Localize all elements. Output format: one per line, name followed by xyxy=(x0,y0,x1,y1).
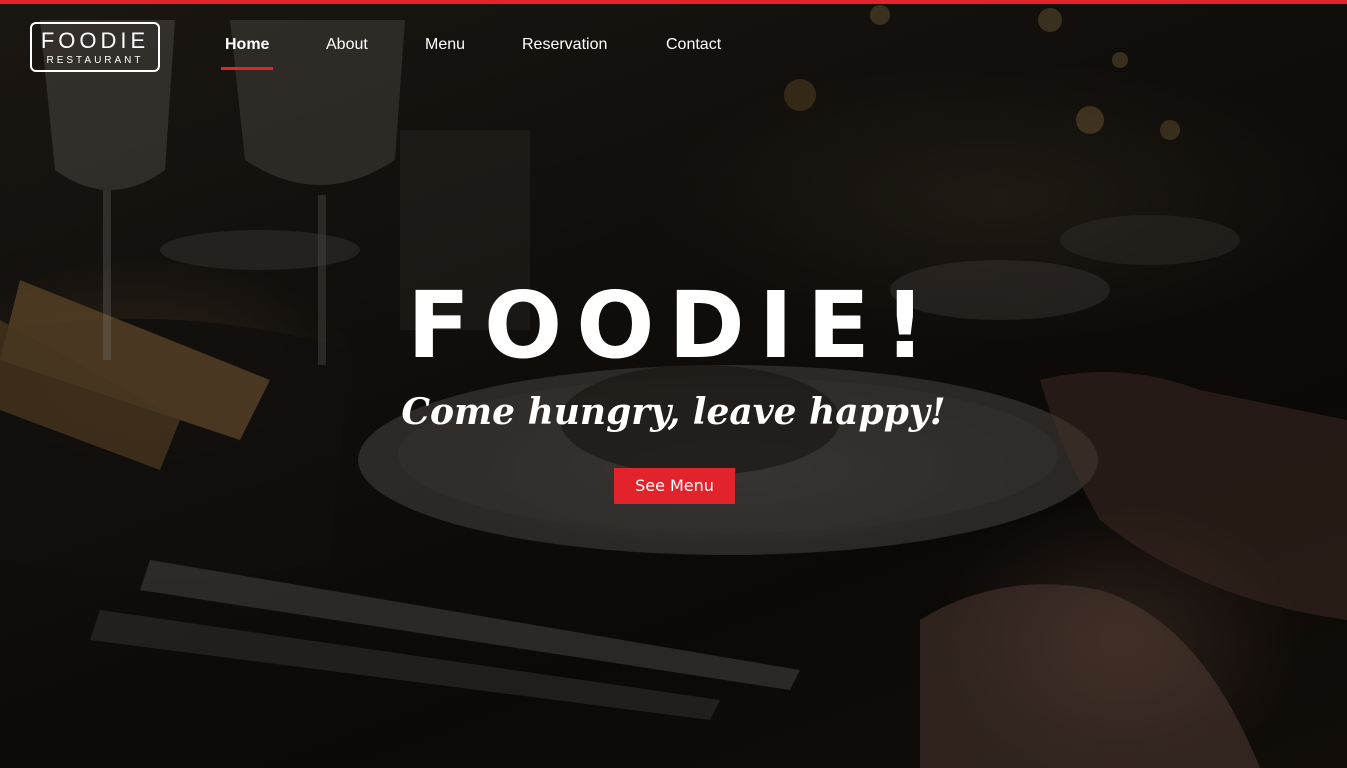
nav-item-label: Home xyxy=(225,36,270,53)
brand-subtitle: RESTAURANT xyxy=(46,55,144,66)
nav-item-about[interactable]: About xyxy=(326,30,368,70)
nav-item-reservation[interactable]: Reservation xyxy=(522,30,607,70)
nav-item-home[interactable]: Home xyxy=(221,30,274,70)
nav-item-label: Contact xyxy=(666,36,722,53)
nav-item-label: Menu xyxy=(425,36,466,53)
hero-section xyxy=(0,0,1347,768)
hero-tagline: Come hungry, leave happy! xyxy=(401,391,946,433)
nav-item-contact[interactable]: Contact xyxy=(666,30,721,70)
hero-dark-overlay xyxy=(0,0,1347,768)
brand-name: FOODIE xyxy=(40,28,150,53)
brand-logo[interactable]: FOODIE RESTAURANT xyxy=(30,22,160,72)
active-nav-underline xyxy=(221,67,274,70)
nav-item-label: About xyxy=(326,36,368,53)
nav-item-menu[interactable]: Menu xyxy=(425,30,465,70)
nav-item-label: Reservation xyxy=(522,36,608,53)
see-menu-button[interactable]: See Menu xyxy=(614,468,735,504)
top-accent-line xyxy=(0,0,1347,4)
hero-title: FOODIE! xyxy=(407,272,940,379)
